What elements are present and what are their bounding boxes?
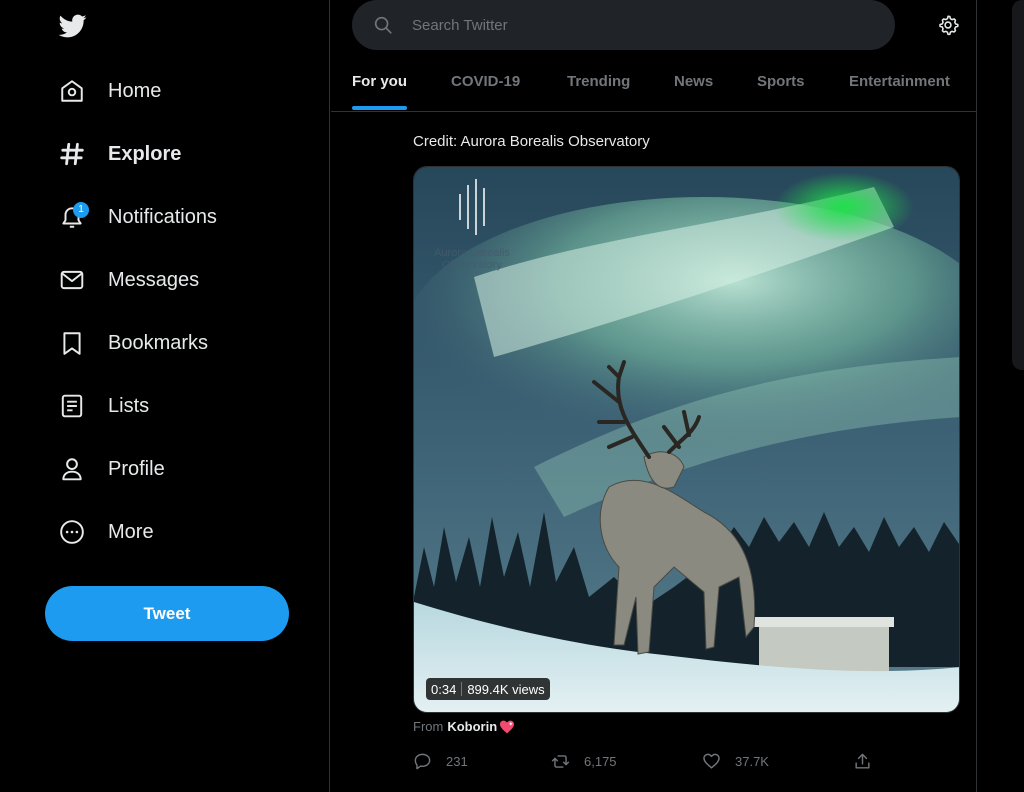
explore-tabs: For you COVID-19 Trending News Sports En… (331, 50, 977, 112)
gear-icon[interactable] (937, 14, 959, 36)
share-icon (855, 753, 870, 769)
sidebar-item-lists[interactable]: Lists (55, 386, 149, 426)
sidebar-item-home[interactable]: Home (55, 71, 161, 111)
sidebar-item-bookmarks[interactable]: Bookmarks (55, 323, 208, 363)
like-button[interactable]: 37.7K (702, 749, 769, 773)
observatory-watermark: Aurora Borealis Observatory (422, 179, 522, 271)
sidebar-item-label: More (108, 520, 154, 543)
retweet-icon (551, 754, 570, 768)
sidebar-item-explore[interactable]: Explore (55, 134, 181, 174)
heart-icon (703, 753, 720, 769)
search-bar[interactable] (352, 0, 895, 50)
watermark-text: Aurora Borealis Observatory (434, 247, 510, 271)
reply-icon (414, 753, 431, 769)
right-panel-edge (1012, 0, 1024, 370)
sparkling-heart-icon (500, 720, 515, 733)
tweet-button[interactable]: Tweet (45, 586, 289, 641)
sidebar-item-label: Explore (108, 142, 182, 165)
tab-news[interactable]: News (674, 50, 713, 112)
bookmark-icon (55, 326, 89, 360)
from-user-link[interactable]: Koborin (447, 719, 497, 734)
post-actions: 231 6,175 37.7K (413, 749, 883, 773)
tab-covid-19[interactable]: COVID-19 (451, 50, 520, 112)
video-duration: 0:34 (431, 681, 457, 697)
list-icon (55, 389, 89, 423)
retweet-button[interactable]: 6,175 (551, 749, 617, 773)
home-icon (55, 74, 89, 108)
app: Home Explore 1 Notifications Messages Bo… (0, 0, 1024, 792)
twitter-logo-icon[interactable] (57, 12, 89, 40)
sidebar-item-label: Bookmarks (108, 331, 209, 354)
retweet-count: 6,175 (584, 753, 617, 769)
sidebar-item-notifications[interactable]: 1 Notifications (55, 197, 217, 237)
notification-badge: 1 (73, 202, 89, 218)
sidebar-item-label: Profile (108, 457, 165, 480)
observatory-logo-icon (422, 179, 522, 235)
tab-entertainment[interactable]: Entertainment (849, 50, 950, 112)
sidebar-item-label: Notifications (108, 205, 217, 228)
tab-sports[interactable]: Sports (757, 50, 805, 112)
envelope-icon (55, 263, 89, 297)
share-button[interactable] (853, 749, 872, 773)
sidebar-item-label: Messages (108, 268, 200, 291)
person-icon (55, 452, 89, 486)
like-count: 37.7K (735, 753, 769, 769)
video-meta-badge: 0:34 899.4K views (426, 678, 550, 700)
search-icon (374, 16, 392, 34)
hashtag-icon (55, 137, 89, 171)
post-credit-text: Credit: Aurora Borealis Observatory (413, 133, 650, 150)
tab-trending[interactable]: Trending (567, 50, 630, 112)
bell-icon: 1 (55, 200, 89, 234)
main-column: For you COVID-19 Trending News Sports En… (331, 0, 977, 792)
sidebar-item-more[interactable]: More (55, 512, 154, 552)
sidebar-item-label: Home (108, 79, 162, 102)
sidebar: Home Explore 1 Notifications Messages Bo… (0, 0, 330, 792)
reply-button[interactable]: 231 (413, 749, 468, 773)
from-prefix: From (413, 719, 444, 734)
reply-count: 231 (446, 753, 468, 769)
search-input[interactable] (412, 16, 832, 34)
sidebar-item-messages[interactable]: Messages (55, 260, 199, 300)
more-circle-icon (55, 515, 89, 549)
post-source: From Koborin (413, 719, 515, 734)
video-views: 899.4K views (467, 681, 545, 697)
post-video[interactable]: Aurora Borealis Observatory 0:34 899.4K … (413, 166, 960, 713)
tab-for-you[interactable]: For you (352, 50, 407, 112)
sidebar-item-profile[interactable]: Profile (55, 449, 165, 489)
sidebar-item-label: Lists (108, 394, 150, 417)
